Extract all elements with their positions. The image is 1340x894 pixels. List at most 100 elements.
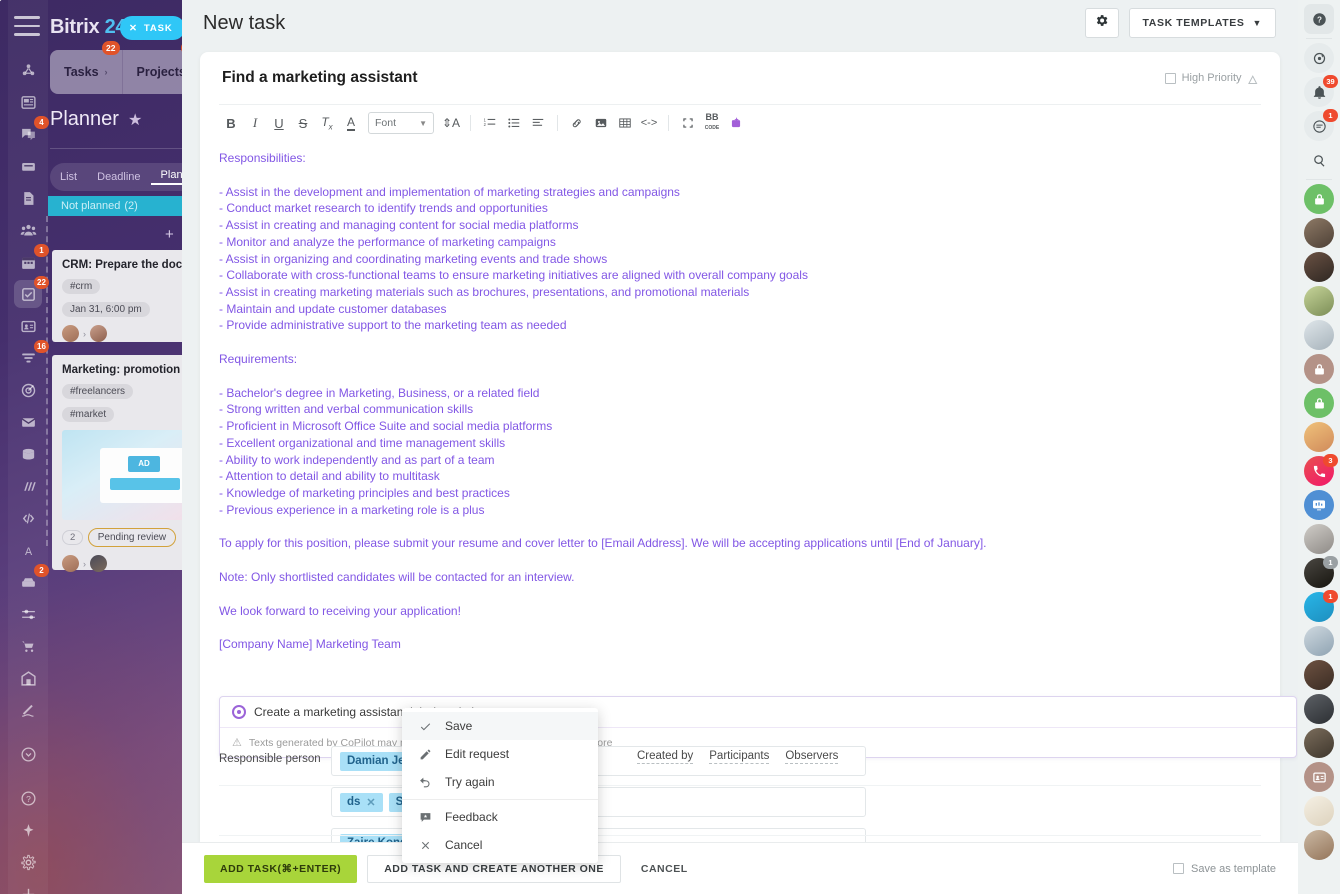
remove-chip-icon[interactable]: ✕ bbox=[366, 796, 375, 809]
marketing-target-icon[interactable] bbox=[14, 376, 42, 404]
hamburger-menu-icon[interactable] bbox=[14, 16, 40, 38]
task-card[interactable]: CRM: Prepare the docume #crm Jan 31, 6:0… bbox=[52, 250, 200, 342]
menu-item-cancel[interactable]: Cancel bbox=[402, 831, 598, 859]
help-icon[interactable]: ? bbox=[14, 784, 42, 812]
bold-icon[interactable]: B bbox=[219, 110, 243, 136]
task-title[interactable]: Find a marketing assistant bbox=[222, 69, 418, 87]
gear-icon[interactable] bbox=[14, 848, 42, 876]
strikethrough-icon[interactable]: S bbox=[291, 110, 315, 136]
drive-icon[interactable] bbox=[14, 152, 42, 180]
task-description-body[interactable]: Responsibilities:- Assist in the develop… bbox=[219, 150, 1261, 653]
table-icon[interactable] bbox=[613, 110, 637, 136]
sites-icon[interactable] bbox=[14, 440, 42, 468]
lock-brown-icon[interactable] bbox=[1304, 354, 1334, 384]
automation-a-icon[interactable]: A bbox=[14, 536, 42, 564]
contacts-icon[interactable] bbox=[14, 312, 42, 340]
unordered-list-icon[interactable] bbox=[502, 110, 526, 136]
signature-icon[interactable] bbox=[14, 696, 42, 724]
avatar[interactable] bbox=[1304, 524, 1334, 554]
menu-item-edit-request[interactable]: Edit request bbox=[402, 740, 598, 768]
avatar[interactable] bbox=[1304, 660, 1334, 690]
underline-icon[interactable]: U bbox=[267, 110, 291, 136]
copilot-prompt-row[interactable]: Create a marketing assistant job descrip… bbox=[220, 697, 1296, 727]
search-icon[interactable] bbox=[1304, 145, 1334, 175]
avatar[interactable] bbox=[1304, 286, 1334, 316]
mail-icon[interactable] bbox=[14, 408, 42, 436]
italic-icon[interactable]: I bbox=[243, 110, 267, 136]
tab-created-by[interactable]: Created by bbox=[637, 750, 693, 764]
cancel-button[interactable]: CANCEL bbox=[641, 863, 688, 875]
chat-bubble-icon[interactable]: 1 bbox=[1304, 111, 1334, 141]
avatar[interactable] bbox=[1304, 422, 1334, 452]
fullscreen-icon[interactable] bbox=[676, 110, 700, 136]
avatar[interactable] bbox=[1304, 320, 1334, 350]
subtab-list[interactable]: List bbox=[50, 171, 87, 183]
crm-funnel-icon[interactable]: 16 bbox=[14, 344, 42, 372]
font-size-icon[interactable]: ⇕A bbox=[439, 110, 463, 136]
tab-tasks[interactable]: Tasks › 22 bbox=[50, 50, 122, 94]
clear-format-icon[interactable]: Tx bbox=[315, 110, 339, 136]
avatar[interactable]: 1 bbox=[1304, 558, 1334, 588]
analytics-icon[interactable] bbox=[14, 472, 42, 500]
subtab-deadline[interactable]: Deadline bbox=[87, 171, 150, 183]
save-as-template-control[interactable]: Save as template bbox=[1173, 863, 1276, 875]
menu-item-feedback[interactable]: Feedback bbox=[402, 803, 598, 831]
task-templates-button[interactable]: TASK TEMPLATES ▼ bbox=[1129, 8, 1276, 38]
contact-card-icon[interactable] bbox=[1304, 762, 1334, 792]
copilot-icon[interactable] bbox=[724, 110, 748, 136]
high-priority-control[interactable]: High Priority 🜂 bbox=[1165, 66, 1258, 91]
document-line: Note: Only shortlisted candidates will b… bbox=[219, 569, 1261, 586]
menu-item-save[interactable]: Save bbox=[402, 712, 598, 740]
person-chip[interactable]: ds ✕ bbox=[340, 793, 383, 812]
documents-icon[interactable] bbox=[14, 184, 42, 212]
save-as-template-checkbox[interactable] bbox=[1173, 863, 1184, 874]
phone-call-icon[interactable]: 3 bbox=[1304, 456, 1334, 486]
conference-icon[interactable] bbox=[1304, 490, 1334, 520]
avatar[interactable] bbox=[1304, 626, 1334, 656]
plus-icon[interactable] bbox=[14, 880, 42, 894]
lock-green-icon[interactable] bbox=[1304, 184, 1334, 214]
font-select[interactable]: Font ▼ bbox=[368, 112, 434, 134]
code-snippet-icon[interactable]: <-> bbox=[637, 110, 661, 136]
more-chevron-icon[interactable] bbox=[14, 740, 42, 768]
lock-green-icon[interactable] bbox=[1304, 388, 1334, 418]
shop-cart-icon[interactable] bbox=[14, 632, 42, 660]
notifications-bell-icon[interactable]: 39 bbox=[1304, 77, 1334, 107]
news-feed-icon[interactable] bbox=[14, 88, 42, 116]
inbox-tray-icon[interactable]: 2 bbox=[14, 568, 42, 596]
bb-code-icon[interactable]: BBCODE bbox=[700, 110, 724, 136]
settings-sliders-icon[interactable] bbox=[14, 600, 42, 628]
align-icon[interactable] bbox=[526, 110, 550, 136]
avatar[interactable] bbox=[1304, 218, 1334, 248]
avatar[interactable] bbox=[1304, 728, 1334, 758]
copilot-icon[interactable] bbox=[1304, 43, 1334, 73]
link-icon[interactable] bbox=[565, 110, 589, 136]
text-color-icon[interactable]: A bbox=[339, 110, 363, 136]
settings-button[interactable] bbox=[1085, 8, 1119, 38]
ordered-list-icon[interactable]: 12 bbox=[478, 110, 502, 136]
image-icon[interactable] bbox=[589, 110, 613, 136]
calendar-icon[interactable]: 1 bbox=[14, 248, 42, 276]
tab-observers[interactable]: Observers bbox=[785, 750, 838, 764]
task-card[interactable]: Marketing: promotion #freelancers #marke… bbox=[52, 355, 200, 570]
avatar[interactable] bbox=[1304, 796, 1334, 826]
add-task-button[interactable]: ADD TASK(⌘+ENTER) bbox=[204, 855, 357, 883]
code-icon[interactable] bbox=[14, 504, 42, 532]
avatar[interactable] bbox=[1304, 830, 1334, 860]
avatar[interactable] bbox=[1304, 694, 1334, 724]
task-pill[interactable]: ✕ TASK bbox=[120, 16, 185, 40]
company-icon[interactable] bbox=[14, 664, 42, 692]
sidebar-item-tasks[interactable]: 22 bbox=[14, 280, 42, 308]
add-task-plus-icon[interactable]: + bbox=[165, 226, 174, 243]
menu-item-try-again[interactable]: Try again bbox=[402, 768, 598, 796]
groups-icon[interactable] bbox=[14, 216, 42, 244]
avatar[interactable] bbox=[1304, 252, 1334, 282]
help-icon[interactable]: ? bbox=[1304, 4, 1334, 34]
high-priority-checkbox[interactable] bbox=[1165, 73, 1176, 84]
chat-icon[interactable]: 4 bbox=[14, 120, 42, 148]
avatar[interactable]: 1 bbox=[1304, 592, 1334, 622]
favorite-star-icon[interactable]: ★ bbox=[128, 110, 142, 130]
network-icon[interactable] bbox=[14, 56, 42, 84]
tab-participants[interactable]: Participants bbox=[709, 750, 769, 764]
pin-icon[interactable] bbox=[14, 816, 42, 844]
